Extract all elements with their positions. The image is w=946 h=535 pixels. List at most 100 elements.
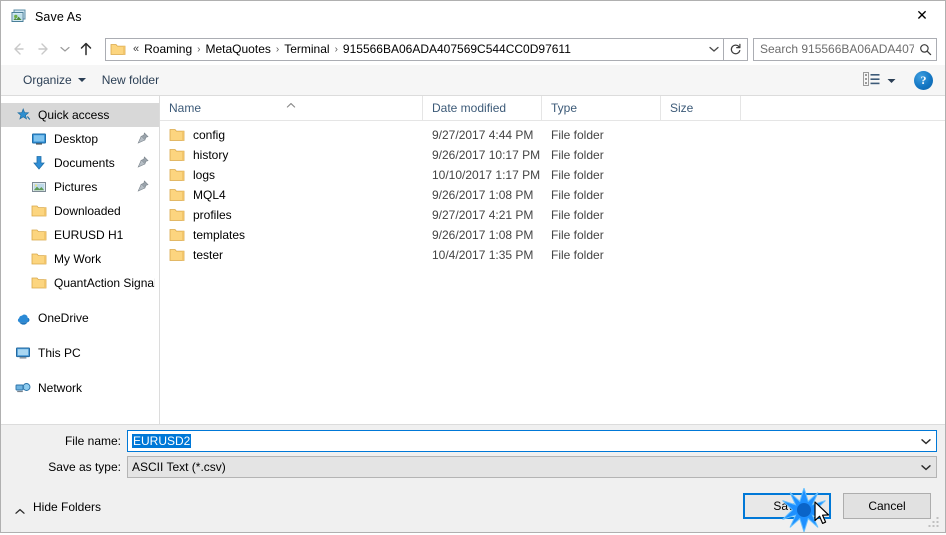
cancel-button[interactable]: Cancel: [843, 493, 931, 519]
refresh-icon: [730, 43, 741, 54]
new-folder-button[interactable]: New folder: [94, 69, 167, 91]
folder-icon: [31, 275, 47, 291]
search-box[interactable]: Search 915566BA06ADA40756...: [753, 37, 937, 61]
file-name-label: tester: [193, 248, 224, 262]
file-date-cell: 10/10/2017 1:17 PM: [432, 168, 541, 182]
breadcrumb-item-metaquotes[interactable]: MetaQuotes: [202, 40, 275, 58]
dialog-buttons: Save Cancel: [743, 493, 931, 519]
sidebar-label: Downloaded: [54, 204, 121, 218]
recent-locations-button[interactable]: [57, 36, 73, 62]
table-row[interactable]: tester 10/4/2017 1:35 PM File folder: [160, 245, 945, 265]
sidebar-label: Quick access: [38, 108, 110, 122]
sidebar-label: OneDrive: [38, 311, 89, 325]
table-row[interactable]: profiles 9/27/2017 4:21 PM File folder: [160, 205, 945, 225]
file-name-cell: MQL4: [160, 188, 423, 202]
organize-label: Organize: [23, 73, 72, 87]
column-header-type[interactable]: Type: [542, 96, 661, 120]
file-type-cell: File folder: [551, 148, 604, 162]
file-name-cell: logs: [160, 168, 423, 182]
star-pin-icon: [15, 107, 31, 123]
file-name-combo[interactable]: EURUSD2: [127, 430, 937, 452]
sidebar-item-this-pc[interactable]: This PC: [1, 341, 159, 365]
table-row[interactable]: config 9/27/2017 4:44 PM File folder: [160, 125, 945, 145]
resize-grip[interactable]: [928, 516, 941, 529]
close-button[interactable]: ✕: [899, 1, 945, 31]
refresh-button[interactable]: [724, 37, 748, 61]
pin-icon: [137, 132, 149, 145]
onedrive-icon: [15, 310, 31, 326]
column-header-size[interactable]: Size: [661, 96, 741, 120]
save-as-type-combo[interactable]: ASCII Text (*.csv): [127, 456, 937, 478]
file-name-input[interactable]: EURUSD2: [128, 434, 915, 448]
search-icon[interactable]: [914, 43, 936, 56]
back-button[interactable]: [5, 36, 31, 62]
breadcrumb-overflow[interactable]: «: [130, 43, 140, 55]
sidebar-item-eurusd-h1[interactable]: EURUSD H1: [1, 223, 159, 247]
file-type-cell: File folder: [551, 248, 604, 262]
column-header-row: Name Date modified Type Size: [160, 96, 945, 121]
sidebar-item-downloaded[interactable]: Downloaded: [1, 199, 159, 223]
file-type-cell: File folder: [551, 168, 604, 182]
file-name-label: profiles: [193, 208, 232, 222]
search-input[interactable]: Search 915566BA06ADA40756...: [754, 42, 914, 56]
column-header-name[interactable]: Name: [160, 96, 423, 120]
sidebar-item-my-work[interactable]: My Work: [1, 247, 159, 271]
forward-button[interactable]: [31, 36, 57, 62]
file-type-cell: File folder: [551, 188, 604, 202]
table-row[interactable]: logs 10/10/2017 1:17 PM File folder: [160, 165, 945, 185]
folder-icon: [169, 208, 185, 222]
sidebar-item-onedrive[interactable]: OneDrive: [1, 306, 159, 330]
sidebar-item-desktop[interactable]: Desktop: [1, 127, 159, 151]
table-row[interactable]: MQL4 9/26/2017 1:08 PM File folder: [160, 185, 945, 205]
save-as-type-value: ASCII Text (*.csv): [132, 460, 226, 474]
sidebar-item-quick-access[interactable]: Quick access: [1, 103, 159, 127]
command-bar: Organize New folder ?: [1, 65, 945, 96]
folder-icon: [31, 251, 47, 267]
up-button[interactable]: [73, 36, 99, 62]
save-as-type-label: Save as type:: [48, 460, 121, 474]
view-options-icon: [863, 71, 880, 89]
column-header-date-modified[interactable]: Date modified: [423, 96, 542, 120]
dialog-body: Quick access Desktop Documents Pictures …: [1, 96, 945, 424]
pictures-icon: [31, 179, 47, 195]
file-type-cell: File folder: [551, 208, 604, 222]
hide-folders-button[interactable]: Hide Folders: [1, 500, 101, 514]
save-as-type-dropdown-button[interactable]: [915, 457, 936, 477]
sort-ascending-icon: [286, 97, 296, 108]
file-type-cell: File folder: [551, 228, 604, 242]
sidebar-label: EURUSD H1: [54, 228, 124, 242]
breadcrumb-item-terminal[interactable]: Terminal: [280, 40, 333, 58]
organize-button[interactable]: Organize: [15, 69, 94, 91]
help-button[interactable]: ?: [914, 70, 933, 90]
breadcrumb-item-roaming[interactable]: Roaming: [140, 40, 196, 58]
file-date-cell: 9/26/2017 10:17 PM: [432, 148, 541, 162]
column-label: Size: [670, 101, 694, 115]
save-button[interactable]: Save: [743, 493, 831, 519]
sidebar-item-quantaction-signal[interactable]: QuantAction Signal: [1, 271, 159, 295]
save-label: Save: [773, 499, 801, 513]
sidebar-item-pictures[interactable]: Pictures: [1, 175, 159, 199]
view-options-button[interactable]: [857, 69, 902, 92]
network-icon: [15, 380, 31, 396]
address-dropdown-button[interactable]: [704, 39, 723, 60]
file-name-cell: profiles: [160, 208, 423, 222]
column-label: Type: [551, 101, 578, 115]
up-arrow-icon: [80, 42, 92, 56]
file-date-cell: 9/26/2017 1:08 PM: [432, 188, 534, 202]
pin-icon: [137, 156, 149, 169]
breadcrumb-item-guid[interactable]: 915566BA06ADA407569C544CC0D97611: [339, 40, 575, 58]
folder-icon: [110, 42, 126, 56]
save-form: File name: EURUSD2 Save as type: ASCII T…: [1, 424, 945, 482]
file-date-cell: 10/4/2017 1:35 PM: [432, 248, 534, 262]
file-name-dropdown-button[interactable]: [915, 431, 936, 451]
dialog-footer: Hide Folders Save Cancel: [1, 482, 945, 532]
table-row[interactable]: templates 9/26/2017 1:08 PM File folder: [160, 225, 945, 245]
sidebar-item-network[interactable]: Network: [1, 376, 159, 400]
address-bar[interactable]: « Roaming › MetaQuotes › Terminal › 9155…: [105, 37, 724, 61]
sidebar-label: This PC: [38, 346, 81, 360]
sidebar-item-documents[interactable]: Documents: [1, 151, 159, 175]
sidebar-label: Network: [38, 381, 83, 395]
file-name-label: File name:: [64, 434, 121, 448]
table-row[interactable]: history 9/26/2017 10:17 PM File folder: [160, 145, 945, 165]
